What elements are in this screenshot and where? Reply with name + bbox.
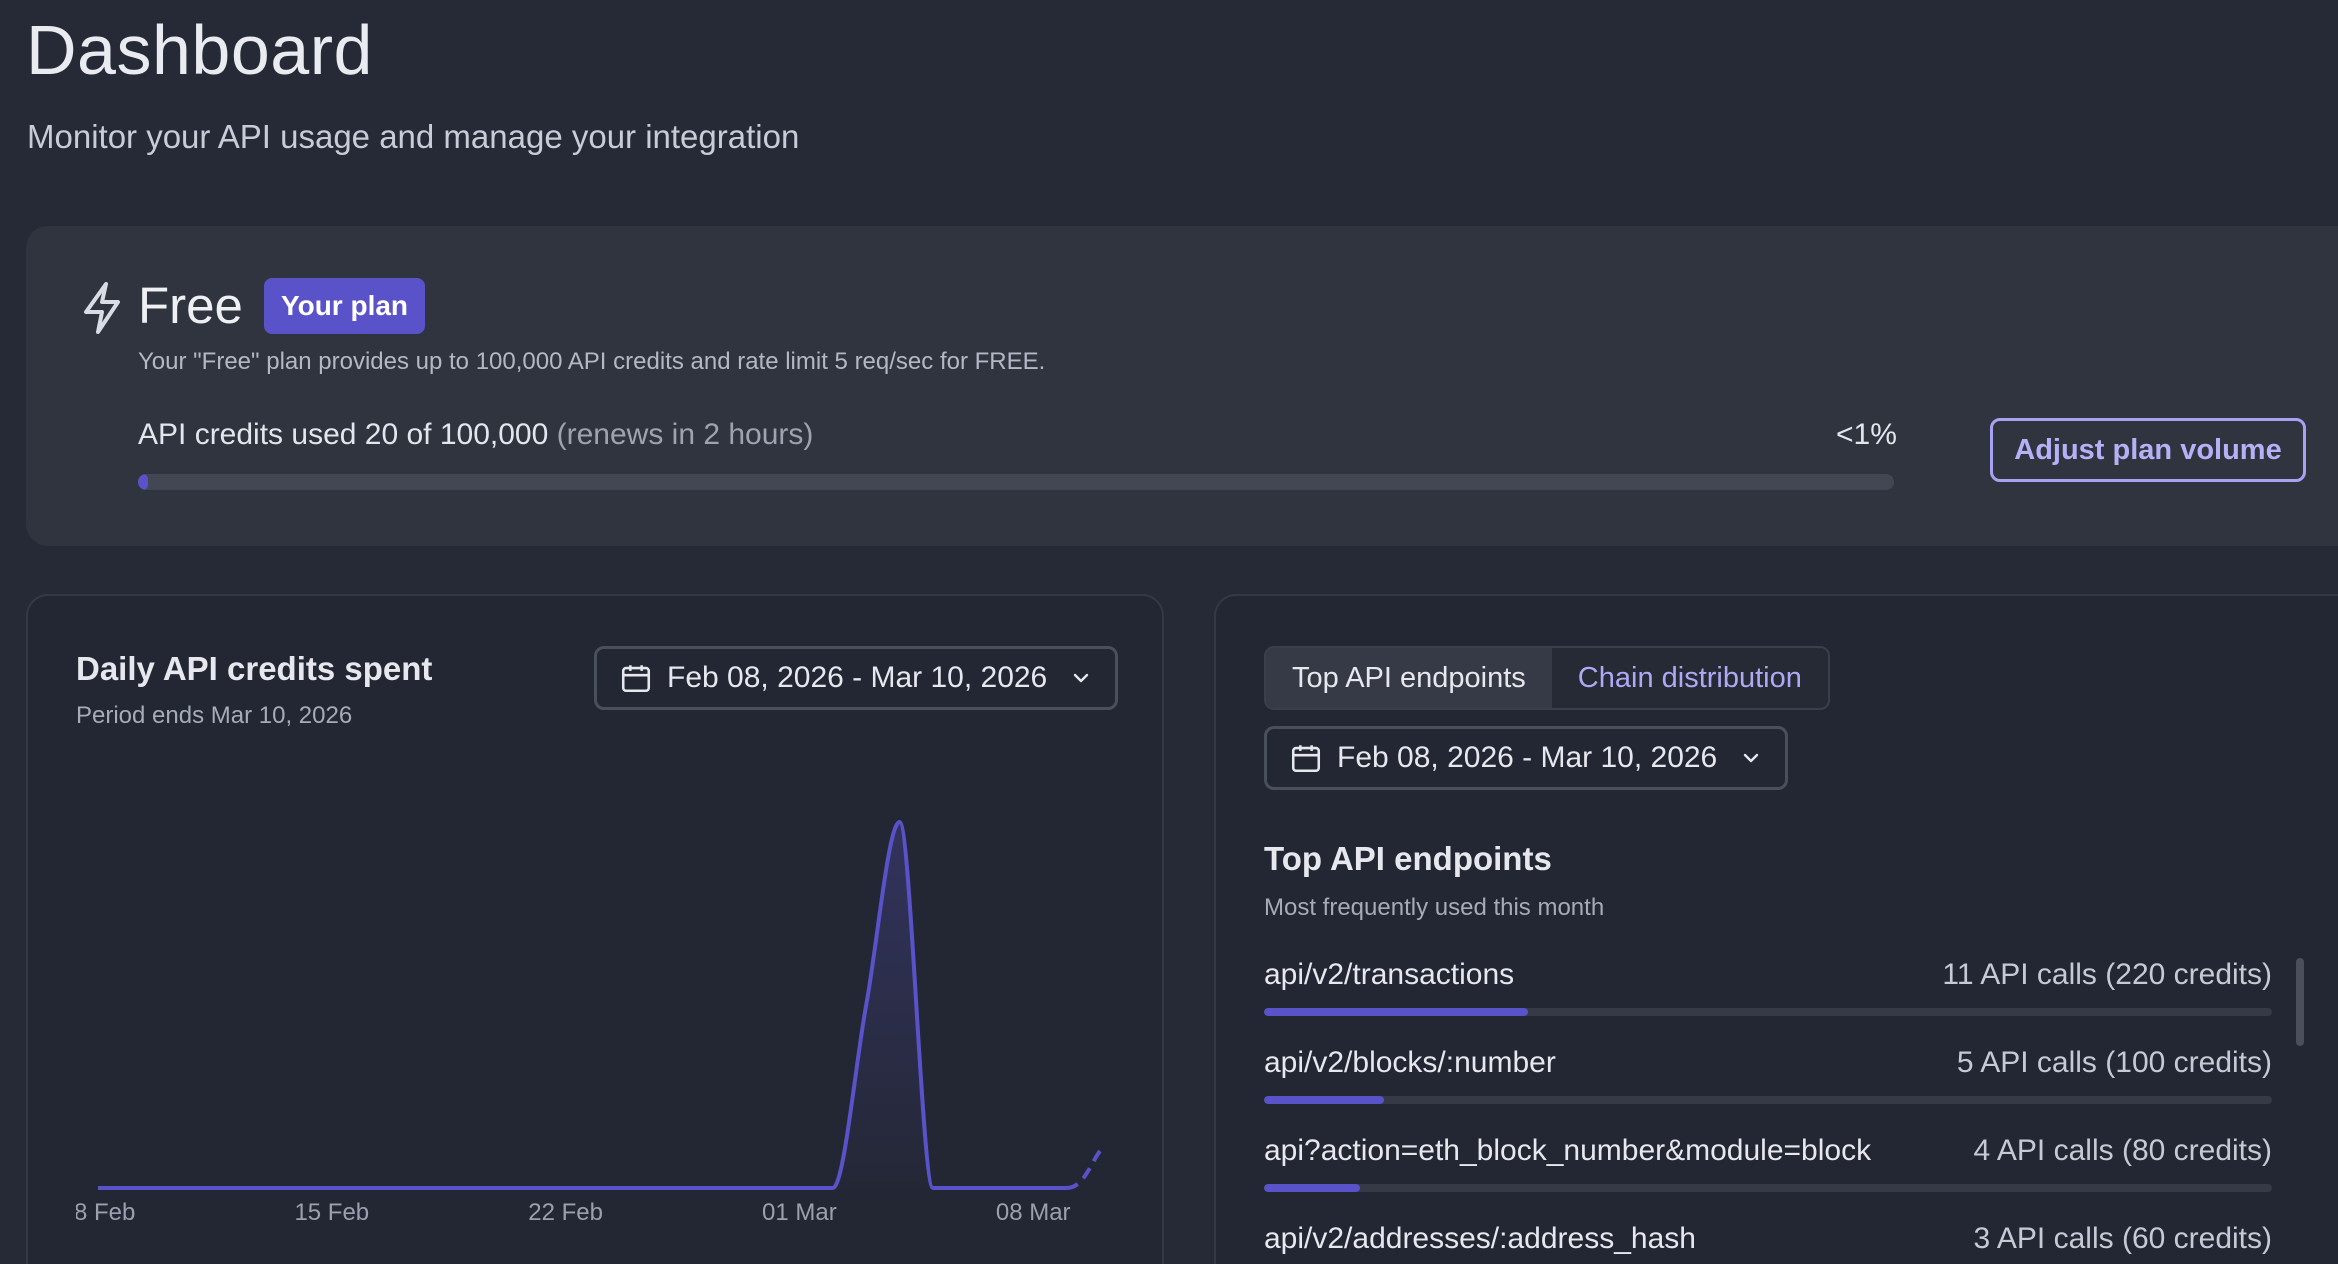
renew-label: (renews in 2 hours) <box>556 418 814 451</box>
chart-point[interactable] <box>994 1182 1006 1194</box>
chart-point[interactable] <box>493 1182 505 1194</box>
chart-point[interactable] <box>693 1182 705 1194</box>
endpoint-list: api/v2/transactions 11 API calls (220 cr… <box>1264 958 2272 1264</box>
page-subtitle: Monitor your API usage and manage your i… <box>27 118 800 155</box>
chart-point[interactable] <box>626 1182 638 1194</box>
chart-point[interactable] <box>593 1182 605 1194</box>
chart-point[interactable] <box>326 1182 338 1194</box>
chart-point[interactable] <box>292 1182 304 1194</box>
credits-usage-text: API credits used 20 of 100,000 (renews i… <box>138 418 813 452</box>
chart-point[interactable] <box>159 1182 171 1194</box>
chart-point[interactable] <box>526 1182 538 1194</box>
tab-top-api-endpoints[interactable]: Top API endpoints <box>1266 648 1552 708</box>
lightning-bolt-icon <box>84 282 120 334</box>
endpoints-date-range-text: Feb 08, 2026 - Mar 10, 2026 <box>1337 741 1718 774</box>
chart-point[interactable] <box>359 1182 371 1194</box>
credits-progress-bar <box>138 474 1894 490</box>
x-tick-label: 01 Mar <box>762 1199 837 1226</box>
chart-point[interactable] <box>426 1182 438 1194</box>
calendar-icon <box>1291 745 1321 773</box>
endpoint-row: api/v2/blocks/:number 5 API calls (100 c… <box>1264 1046 2272 1134</box>
credits-used-label: API credits used 20 of 100,000 <box>138 418 549 451</box>
plan-description: Your "Free" plan provides up to 100,000 … <box>138 348 1046 375</box>
chart-point[interactable] <box>560 1182 572 1194</box>
endpoint-row: api/v2/addresses/:address_hash 3 API cal… <box>1264 1222 2272 1264</box>
endpoint-bar <box>1264 1008 2272 1016</box>
chevron-down-icon <box>1743 753 1759 763</box>
endpoint-name: api/v2/addresses/:address_hash <box>1264 1222 1696 1255</box>
endpoint-count: 11 API calls (220 credits) <box>1942 958 2272 991</box>
endpoint-row: api/v2/transactions 11 API calls (220 cr… <box>1264 958 2272 1046</box>
page-title: Dashboard <box>26 11 373 89</box>
endpoint-bar <box>1264 1184 2272 1192</box>
chart-point[interactable] <box>393 1182 405 1194</box>
chart-point[interactable] <box>1061 1182 1073 1194</box>
endpoint-row: api?action=eth_block_number&module=block… <box>1264 1134 2272 1222</box>
x-tick-label: 15 Feb <box>294 1199 369 1226</box>
endpoint-count: 4 API calls (80 credits) <box>1973 1134 2272 1167</box>
endpoints-card: Top API endpoints Chain distribution Feb… <box>1214 594 2338 1264</box>
chart-point[interactable] <box>860 999 872 1011</box>
x-tick-label: 22 Feb <box>528 1199 603 1226</box>
credits-progress-fill <box>138 474 148 490</box>
endpoint-tabs: Top API endpoints Chain distribution <box>1264 646 1830 710</box>
endpoint-bar-fill <box>1264 1096 1384 1104</box>
endpoint-name: api?action=eth_block_number&module=block <box>1264 1134 1872 1167</box>
chart-series-line-partial <box>1066 1149 1102 1190</box>
endpoint-list-scrollbar[interactable] <box>2296 958 2304 1046</box>
chart-point[interactable] <box>259 1182 271 1194</box>
endpoint-name: api/v2/blocks/:number <box>1264 1046 1556 1079</box>
endpoint-count: 3 API calls (60 credits) <box>1973 1222 2272 1255</box>
chart-point[interactable] <box>1027 1182 1039 1194</box>
chart-point[interactable] <box>760 1182 772 1194</box>
chart-point[interactable] <box>827 1182 839 1194</box>
endpoints-date-range-picker[interactable]: Feb 08, 2026 - Mar 10, 2026 <box>1264 726 1788 790</box>
chart-point[interactable] <box>927 1182 939 1194</box>
endpoint-bar-fill <box>1264 1184 1360 1192</box>
chart-point[interactable] <box>226 1182 238 1194</box>
chart-point[interactable] <box>1094 1173 1106 1185</box>
chart-point[interactable] <box>960 1182 972 1194</box>
tab-chain-distribution[interactable]: Chain distribution <box>1551 648 1828 708</box>
chart-point[interactable] <box>793 1182 805 1194</box>
endpoints-subtitle: Most frequently used this month <box>1264 894 1605 921</box>
endpoint-bar <box>1264 1096 2272 1104</box>
plan-card: Free Your plan Your "Free" plan provides… <box>26 226 2338 546</box>
daily-credits-chart: 08 Feb 15 Feb 22 Feb 01 Mar 08 Mar <box>61 816 1106 1226</box>
x-tick-label: 08 Mar <box>996 1199 1071 1226</box>
chart-point[interactable] <box>192 1182 204 1194</box>
plan-name: Free <box>138 277 243 334</box>
endpoints-title: Top API endpoints <box>1264 840 1552 877</box>
chart-point[interactable] <box>894 816 906 828</box>
x-tick-label: 08 Feb <box>61 1199 136 1226</box>
endpoint-bar-fill <box>1264 1008 1528 1016</box>
credits-percent-label: <1% <box>1836 418 1897 451</box>
chart-point[interactable] <box>727 1182 739 1194</box>
chart-point[interactable] <box>92 1182 104 1194</box>
chart-point[interactable] <box>125 1182 137 1194</box>
chart-point[interactable] <box>660 1182 672 1194</box>
your-plan-badge: Your plan <box>264 278 426 334</box>
chart-point[interactable] <box>459 1182 471 1194</box>
daily-credits-card: Daily API credits spent Period ends Mar … <box>26 594 1164 1264</box>
chart-area-fill <box>98 822 1067 1188</box>
endpoint-name: api/v2/transactions <box>1264 958 1515 991</box>
endpoint-count: 5 API calls (100 credits) <box>1956 1046 2272 1079</box>
dashboard-page: Dashboard Monitor your API usage and man… <box>0 0 2338 1264</box>
adjust-plan-volume-button[interactable]: Adjust plan volume <box>1990 418 2306 482</box>
